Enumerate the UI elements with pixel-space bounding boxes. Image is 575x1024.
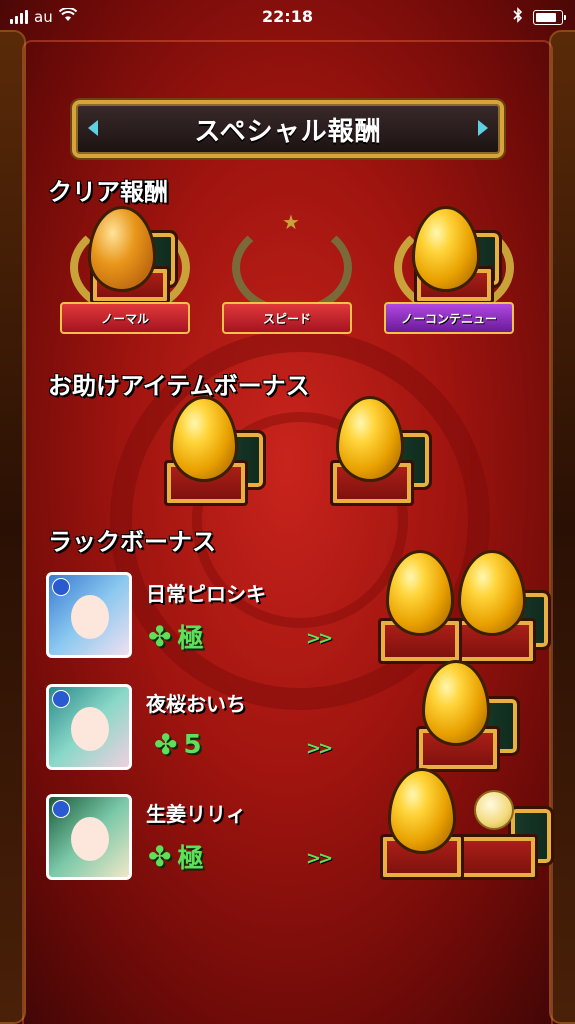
- page-title: スペシャル報酬: [194, 116, 382, 147]
- status-bar: au 22:18: [0, 0, 575, 34]
- arrow-icon: >>: [306, 738, 333, 759]
- luck-value: ✤ 極: [148, 838, 203, 875]
- gold-egg-icon: [412, 206, 480, 292]
- star-icon: ★: [282, 210, 300, 234]
- title-banner: スペシャル報酬: [72, 100, 504, 158]
- avatar: [46, 572, 132, 658]
- luck-value: ✤ 極: [148, 618, 203, 655]
- luck-number: 極: [177, 844, 204, 874]
- arrow-icon: >>: [306, 848, 333, 869]
- luck-value: ✤ 5: [154, 728, 202, 761]
- crystal-orb-icon: [474, 790, 514, 830]
- section-luck-bonus: ラックボーナス: [48, 528, 216, 556]
- arrow-icon: >>: [306, 628, 333, 649]
- chest-icon: [454, 834, 538, 880]
- gem-left-icon: [88, 120, 98, 136]
- clover-icon: ✤: [148, 840, 172, 873]
- medal-no-continue: ノーコンテニュー: [384, 200, 524, 360]
- battery-icon: [533, 9, 566, 25]
- clover-icon: ✤: [148, 620, 172, 653]
- monster-name: 生姜リリィ: [146, 802, 246, 826]
- monster-name: 日常ピロシキ: [146, 582, 266, 606]
- medal-ribbon: ノーコンテニュー: [384, 302, 514, 334]
- avatar: [46, 684, 132, 770]
- moon-icon: [52, 800, 70, 818]
- laurel-empty-icon: [232, 220, 352, 315]
- section-assist-bonus: お助けアイテムボーナス: [48, 372, 310, 400]
- medal-ribbon: スピード: [222, 302, 352, 334]
- moon-icon: [52, 690, 70, 708]
- luck-number: 極: [177, 624, 204, 654]
- medal-normal: ノーマル: [60, 200, 200, 360]
- avatar: [46, 794, 132, 880]
- monster-name: 夜桜おいち: [146, 692, 246, 716]
- bluetooth-icon: [513, 7, 523, 27]
- clock: 22:18: [262, 7, 313, 26]
- medal-ribbon: ノーマル: [60, 302, 190, 334]
- gem-right-icon: [478, 120, 488, 136]
- moon-icon: [52, 578, 70, 596]
- luck-number: 5: [183, 729, 202, 760]
- honeycomb-egg-icon: [88, 206, 156, 292]
- clover-icon: ✤: [154, 728, 178, 761]
- medal-speed: ★ スピード: [222, 200, 362, 360]
